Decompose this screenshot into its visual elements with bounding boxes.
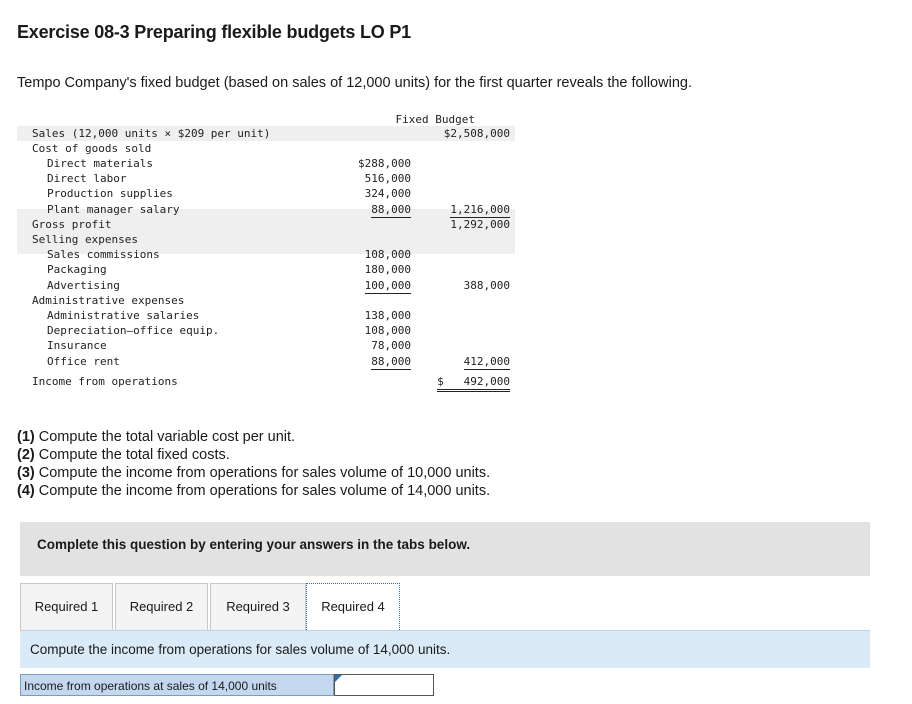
budget-row-amount: 516,000 xyxy=(364,172,411,185)
budget-row-label: Insurance xyxy=(47,339,107,352)
banner-text: Complete this question by entering your … xyxy=(37,537,471,552)
tab-required-1[interactable]: Required 1 xyxy=(20,583,113,630)
budget-row-amount: $288,000 xyxy=(358,157,411,170)
budget-row-amount: 78,000 xyxy=(371,339,411,352)
budget-row-label: Gross profit xyxy=(32,218,112,231)
budget-row-label: Cost of goods sold xyxy=(32,142,152,155)
budget-row-label: Sales (12,000 units × $209 per unit) xyxy=(32,127,271,140)
budget-row-amount: 138,000 xyxy=(364,309,411,322)
budget-row-total: 388,000 xyxy=(463,279,510,292)
question-item: (4) Compute the income from operations f… xyxy=(17,483,491,499)
tab-instruction-panel: Compute the income from operations for s… xyxy=(20,630,870,668)
budget-row-amount: 88,000 xyxy=(371,203,411,218)
budget-row-label: Sales commissions xyxy=(47,248,160,261)
budget-row-label: Administrative expenses xyxy=(32,294,185,307)
tab-label: Required 2 xyxy=(129,599,194,614)
budget-row-label: Plant manager salary xyxy=(47,203,180,216)
budget-row-label: Income from operations xyxy=(32,375,178,388)
question-item: (1) Compute the total variable cost per … xyxy=(17,429,296,445)
budget-row-amount: 324,000 xyxy=(364,187,411,200)
tab-label: Required 3 xyxy=(226,599,290,614)
budget-row-total: 1,216,000 xyxy=(450,203,510,218)
tab-required-3[interactable]: Required 3 xyxy=(210,583,306,630)
tab-label: Required 1 xyxy=(34,599,99,614)
budget-row-total: $2,508,000 xyxy=(443,127,510,140)
column-header: Fixed Budget xyxy=(395,113,475,126)
input-flag-icon xyxy=(335,675,342,682)
question-list: (1) Compute the total variable cost per … xyxy=(17,428,490,500)
budget-row-label: Administrative salaries xyxy=(47,309,200,322)
instruction-banner: Complete this question by entering your … xyxy=(20,522,870,576)
budget-row-amount: 108,000 xyxy=(364,248,411,261)
budget-row-amount: 88,000 xyxy=(371,355,411,370)
question-item: (3) Compute the income from operations f… xyxy=(17,465,491,481)
fixed-budget-table: Fixed Budget Sales (12,000 units × $209 … xyxy=(17,112,515,398)
budget-row-amount: 100,000 xyxy=(364,279,411,294)
budget-row-label: Selling expenses xyxy=(32,233,138,246)
budget-row-total: 1,292,000 xyxy=(450,218,510,231)
budget-row-label: Depreciation—office equip. xyxy=(47,324,220,337)
panel-text: Compute the income from operations for s… xyxy=(30,642,451,657)
tab-required-2[interactable]: Required 2 xyxy=(115,583,208,630)
budget-row-amount: 180,000 xyxy=(364,263,411,276)
budget-row-label: Office rent xyxy=(47,355,120,368)
answer-label: Income from operations at sales of 14,00… xyxy=(20,674,334,696)
budget-row-label: Direct materials xyxy=(47,157,153,170)
budget-row-label: Production supplies xyxy=(47,187,173,200)
tab-label: Required 4 xyxy=(321,599,385,614)
income-total: $ 492,000 xyxy=(437,374,510,392)
intro-text: Tempo Company's fixed budget (based on s… xyxy=(17,75,692,91)
question-item: (2) Compute the total fixed costs. xyxy=(17,447,230,463)
budget-row-label: Packaging xyxy=(47,263,107,276)
budget-row-total: 412,000 xyxy=(463,355,510,370)
tab-required-4[interactable]: Required 4 xyxy=(306,583,400,630)
page-title: Exercise 08-3 Preparing flexible budgets… xyxy=(17,22,411,42)
budget-row-label: Advertising xyxy=(47,279,120,292)
income-answer-input[interactable] xyxy=(334,674,434,696)
budget-row-label: Direct labor xyxy=(47,172,127,185)
budget-row-amount: 108,000 xyxy=(364,324,411,337)
